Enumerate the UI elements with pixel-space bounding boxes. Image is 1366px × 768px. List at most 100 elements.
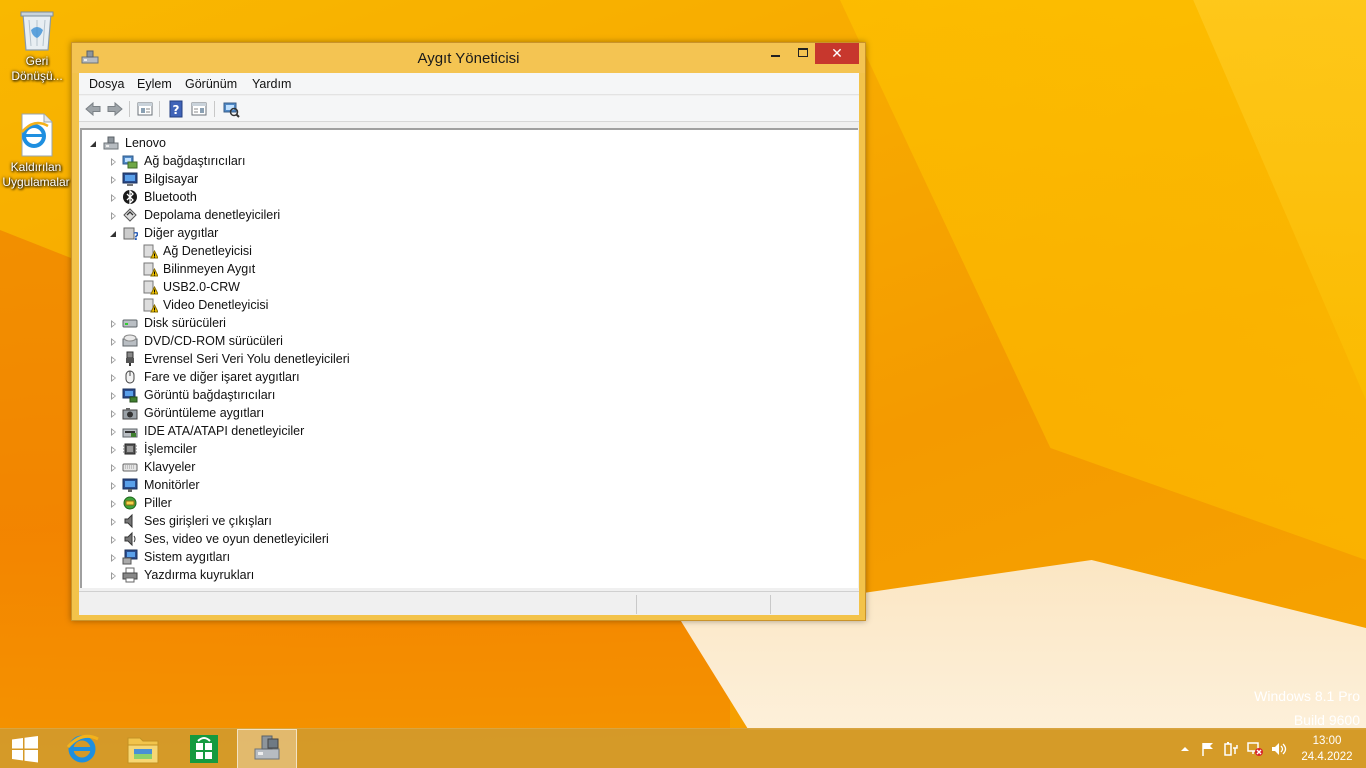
minimize-button[interactable]	[762, 43, 789, 64]
menu-action[interactable]: Eylem	[137, 77, 172, 91]
desktop-icon-removed-apps[interactable]: Kaldırılan Uygulamalar	[0, 112, 72, 190]
start-button[interactable]	[0, 729, 50, 768]
tree-category-label: Sistem aygıtları	[144, 550, 231, 564]
close-button[interactable]: ✕	[815, 43, 859, 64]
unknown-device-warning-icon	[142, 261, 159, 277]
audio-io-icon	[122, 513, 138, 529]
unknown-device-warning-icon	[142, 279, 159, 295]
maximize-button[interactable]	[789, 43, 816, 64]
tree-category-label: Disk sürücüleri	[144, 316, 226, 330]
imaging-device-icon	[122, 405, 138, 421]
expand-arrow-icon[interactable]	[109, 476, 119, 494]
tree-category-label: Görüntü bağdaştırıcıları	[144, 388, 276, 402]
bluetooth-icon	[122, 189, 138, 205]
clock[interactable]: 13:00 24.4.2022	[1296, 733, 1358, 765]
device-manager-window[interactable]: Aygıt Yöneticisi ✕ Dosya Eylem Görünüm Y…	[71, 42, 866, 621]
internet-explorer-icon	[66, 734, 99, 763]
expand-arrow-icon[interactable]	[109, 458, 119, 476]
tree-category-label: Piller	[144, 496, 172, 510]
desktop-icon-label: Kaldırılan Uygulamalar	[2, 160, 70, 189]
expand-arrow-icon[interactable]	[109, 170, 119, 188]
computer-icon	[122, 171, 138, 187]
tree-device-label: Bilinmeyen Aygıt	[163, 262, 256, 276]
tree-category-label: Bilgisayar	[144, 172, 199, 186]
taskbar-store[interactable]	[174, 729, 234, 768]
help-icon[interactable]: ?	[167, 100, 185, 118]
unknown-device-warning-icon	[142, 243, 159, 259]
disk-drive-icon	[122, 315, 138, 331]
tree-category-label: Bluetooth	[144, 190, 197, 204]
menu-help[interactable]: Yardım	[252, 77, 291, 91]
taskbar-file-explorer[interactable]	[113, 729, 173, 768]
expand-arrow-icon[interactable]	[109, 404, 119, 422]
storage-controller-icon	[122, 207, 138, 223]
toolbar-separator	[214, 101, 215, 117]
sound-controller-icon	[122, 531, 138, 547]
expand-arrow-icon[interactable]	[109, 566, 119, 584]
tree-device-label: USB2.0-CRW	[163, 280, 240, 294]
system-device-icon	[122, 549, 138, 565]
tree-category-label: Fare ve diğer işaret aygıtları	[144, 370, 300, 384]
taskbar-internet-explorer[interactable]	[52, 729, 112, 768]
expand-arrow-icon[interactable]	[109, 440, 119, 458]
toolbar-separator	[129, 101, 130, 117]
close-icon: ✕	[831, 45, 843, 61]
expand-arrow-icon[interactable]	[109, 206, 119, 224]
device-tree[interactable]: Lenovo Ağ bağdaştırıcıları Bilgisayar Blue…	[80, 128, 858, 588]
watermark-edition: Windows 8.1 Pro	[1254, 688, 1360, 704]
status-cell	[636, 595, 770, 614]
clock-date: 24.4.2022	[1301, 751, 1353, 763]
view-icon[interactable]	[190, 100, 208, 118]
windows-logo-icon	[12, 736, 38, 763]
expand-arrow-icon[interactable]	[109, 368, 119, 386]
network-disconnected-icon[interactable]	[1246, 741, 1264, 757]
tree-category-label: Klavyeler	[144, 460, 196, 474]
expand-arrow-icon[interactable]	[109, 548, 119, 566]
taskbar-device-manager[interactable]	[237, 729, 297, 768]
dvd-drive-icon	[122, 333, 138, 349]
volume-icon[interactable]	[1270, 741, 1288, 757]
power-icon[interactable]	[1222, 741, 1240, 757]
collapse-arrow-icon[interactable]	[109, 224, 119, 242]
expand-arrow-icon[interactable]	[109, 512, 119, 530]
show-hidden-icons-icon[interactable]	[1176, 741, 1194, 757]
expand-arrow-icon[interactable]	[109, 152, 119, 170]
toolbar: ?	[79, 96, 859, 122]
unknown-device-warning-icon	[142, 297, 159, 313]
battery-icon	[122, 495, 138, 511]
recycle-bin-icon	[17, 6, 57, 51]
keyboard-icon	[122, 459, 138, 475]
tree-category-label: Ağ bağdaştırıcıları	[144, 154, 246, 168]
expand-arrow-icon[interactable]	[89, 134, 99, 152]
properties-pane-icon[interactable]	[136, 100, 154, 118]
title-bar[interactable]: Aygıt Yöneticisi ✕	[72, 43, 865, 73]
tree-category-label: Evrensel Seri Veri Yolu denetleyicileri	[144, 352, 350, 366]
expand-arrow-icon[interactable]	[109, 314, 119, 332]
menu-file[interactable]: Dosya	[89, 77, 124, 91]
window-title: Aygıt Yöneticisi	[417, 50, 520, 67]
expand-arrow-icon[interactable]	[109, 350, 119, 368]
clock-time: 13:00	[1312, 735, 1342, 747]
expand-arrow-icon[interactable]	[109, 386, 119, 404]
expand-arrow-icon[interactable]	[109, 530, 119, 548]
action-center-flag-icon[interactable]	[1199, 741, 1217, 757]
back-icon[interactable]	[84, 100, 102, 118]
expand-arrow-icon[interactable]	[109, 422, 119, 440]
expand-arrow-icon[interactable]	[109, 332, 119, 350]
store-icon	[190, 735, 218, 763]
monitor-icon	[122, 477, 138, 493]
menu-view[interactable]: Görünüm	[185, 77, 237, 91]
windows-watermark: Windows 8.1 Pro Build 9600	[1254, 684, 1360, 732]
tree-category-label: Monitörler	[144, 478, 200, 492]
scan-hardware-icon[interactable]	[222, 100, 240, 118]
tree-category-label: IDE ATA/ATAPI denetleyiciler	[144, 424, 305, 438]
forward-icon[interactable]	[106, 100, 124, 118]
tree-device-label: Video Denetleyicisi	[163, 298, 269, 312]
tree-category-label: DVD/CD-ROM sürücüleri	[144, 334, 283, 348]
other-devices-icon: ?	[122, 225, 139, 243]
expand-arrow-icon[interactable]	[109, 494, 119, 512]
tree-category-label: Ses, video ve oyun denetleyicileri	[144, 532, 329, 546]
expand-arrow-icon[interactable]	[109, 188, 119, 206]
desktop-icon-recycle-bin[interactable]: Geri Dönüşü...	[1, 6, 73, 84]
tree-category-label: Görüntüleme aygıtları	[144, 406, 265, 420]
